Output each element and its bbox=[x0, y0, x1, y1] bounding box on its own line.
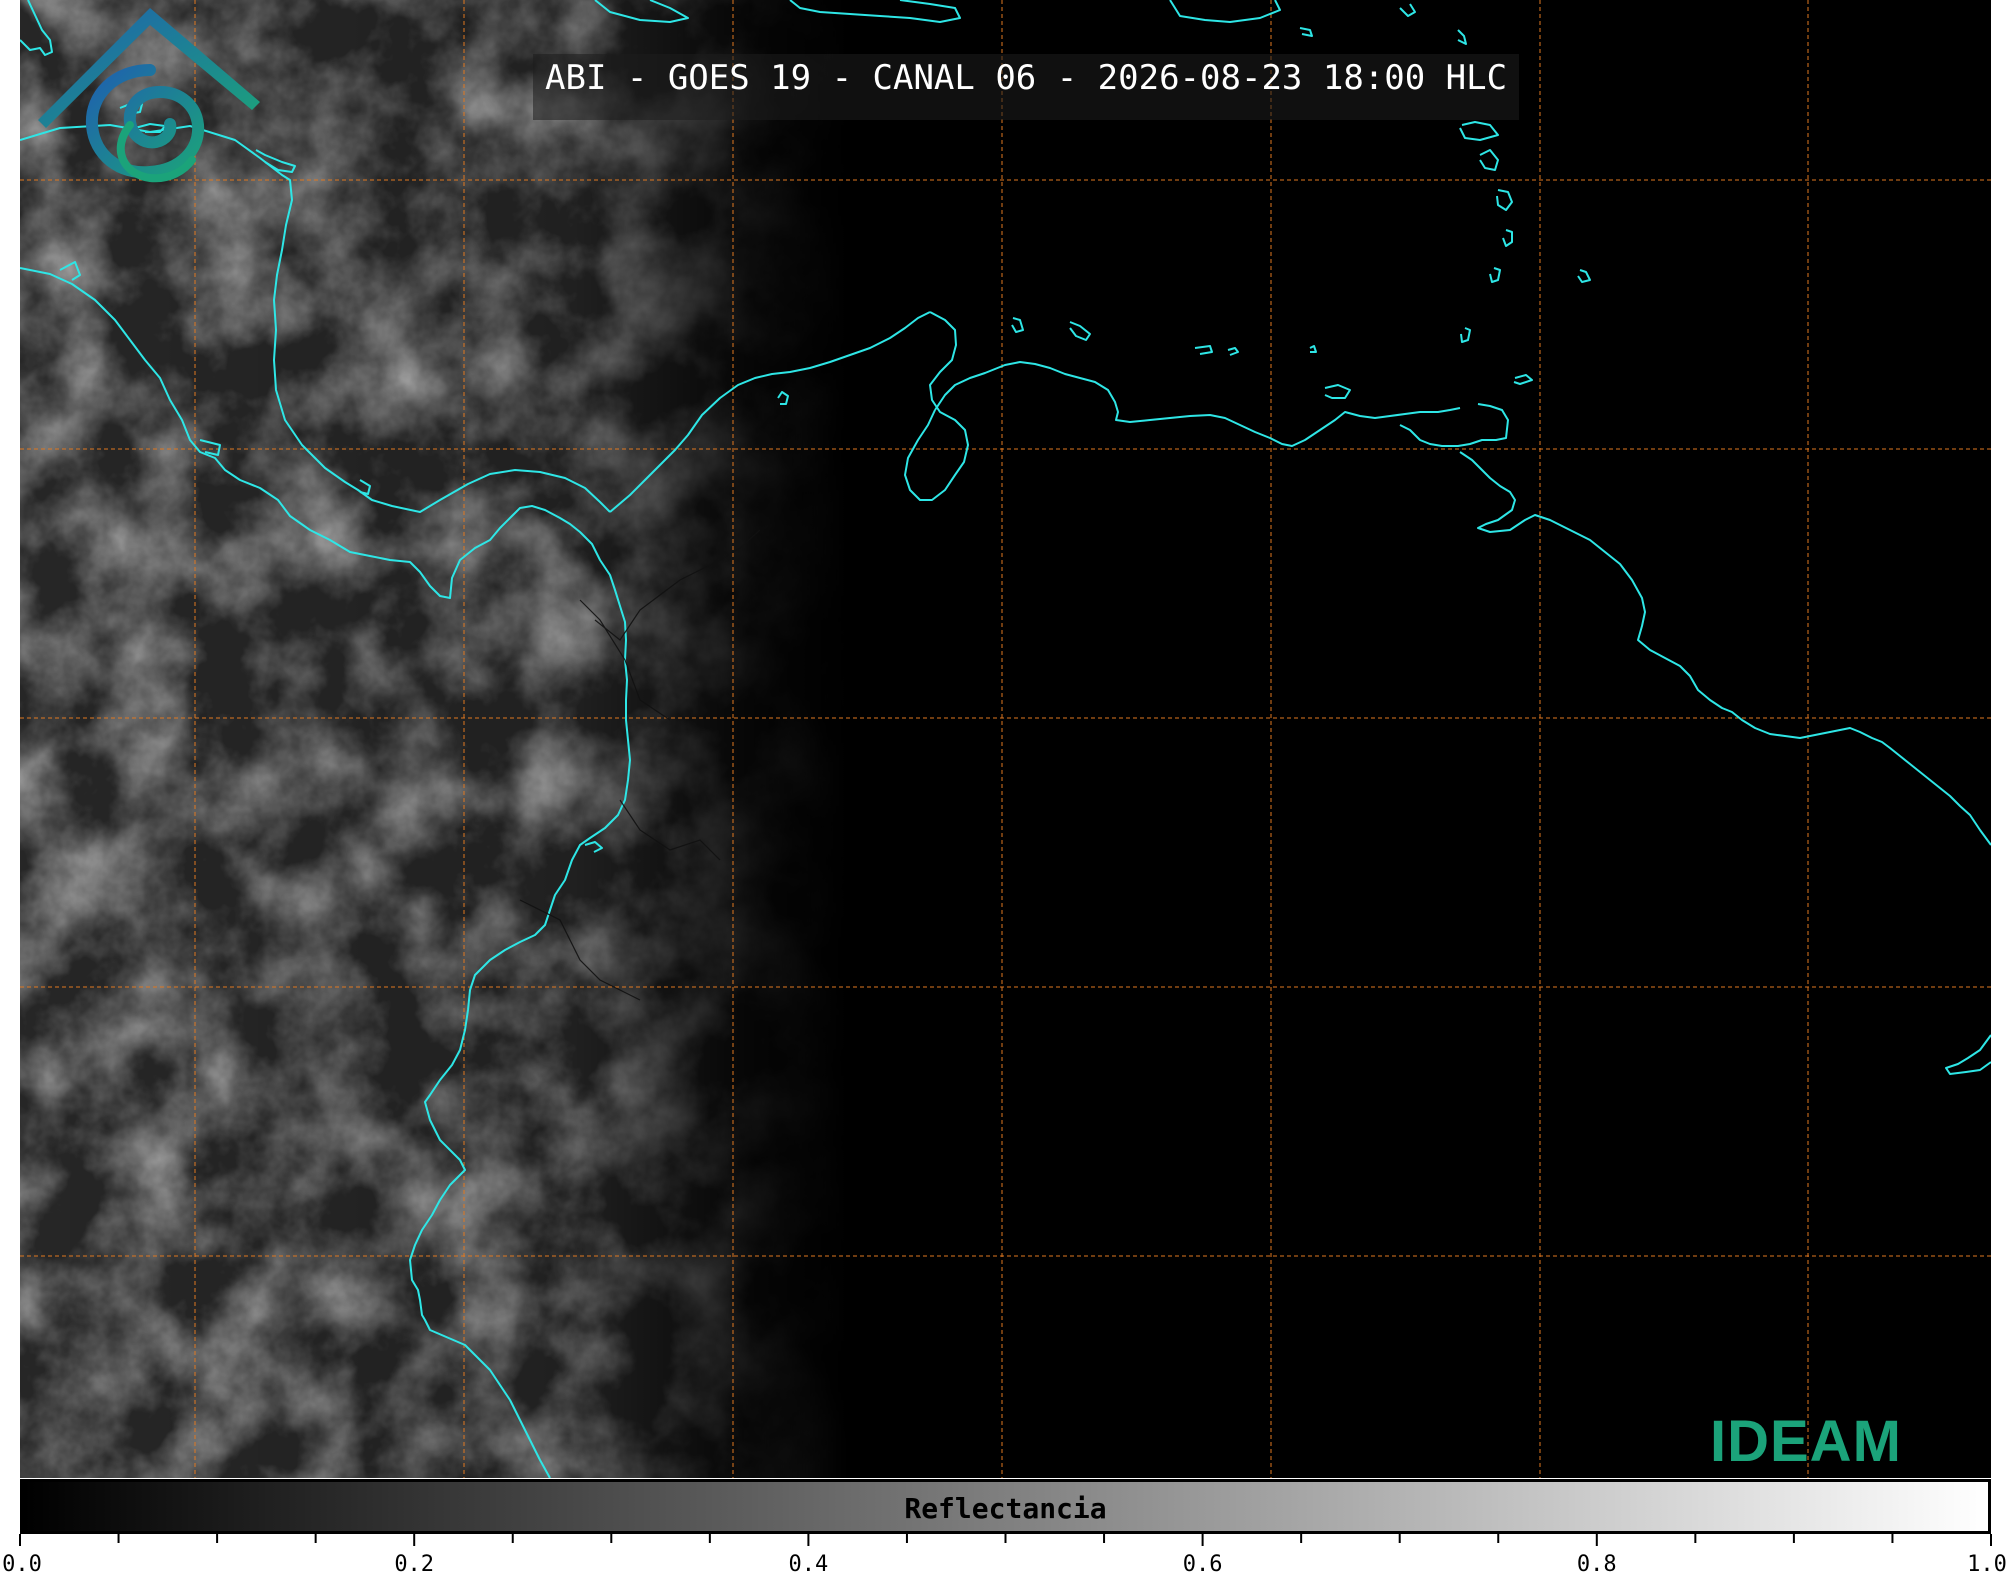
tick-label: 1.0 bbox=[1967, 1552, 2007, 1577]
tick-label: 0.2 bbox=[394, 1552, 435, 1577]
tick-label: 0.0 bbox=[2, 1552, 42, 1577]
colorbar: Reflectancia bbox=[20, 1479, 1991, 1534]
map-canvas bbox=[20, 0, 1991, 1478]
ideam-logo-text: IDEAM bbox=[1710, 1409, 1902, 1474]
map-title: ABI - GOES 19 - CANAL 06 - 2026-08-23 18… bbox=[533, 54, 1520, 120]
tick-label: 0.4 bbox=[788, 1552, 829, 1577]
satellite-map: IDEAM bbox=[20, 0, 1991, 1478]
colorbar-ticks bbox=[19, 1534, 1992, 1546]
tick-label: 0.6 bbox=[1182, 1552, 1223, 1577]
tick-label: 0.8 bbox=[1576, 1552, 1617, 1577]
colorbar-label: Reflectancia bbox=[904, 1492, 1107, 1525]
ideam-logo bbox=[38, 8, 260, 183]
